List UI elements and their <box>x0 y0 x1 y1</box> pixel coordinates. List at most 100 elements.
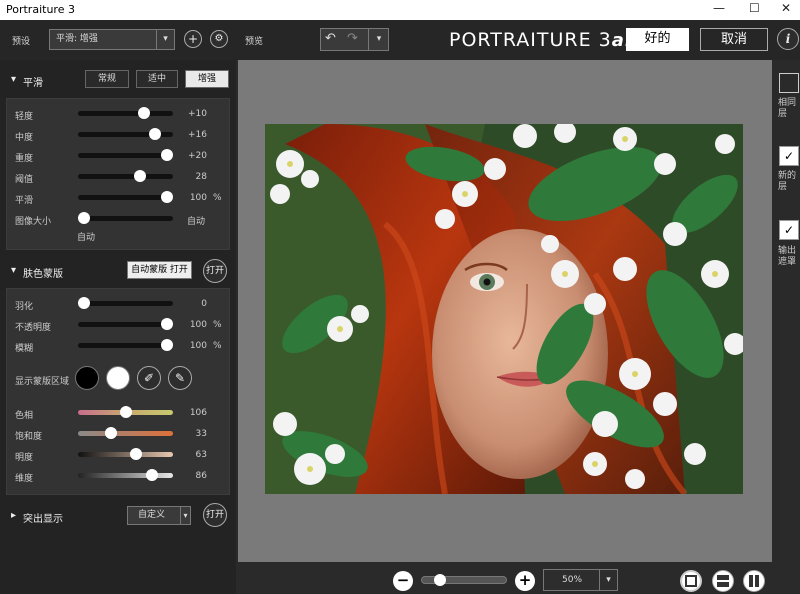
slider-track[interactable] <box>78 301 173 306</box>
slider-thumb[interactable] <box>119 406 132 418</box>
close-icon[interactable]: ✕ <box>781 1 791 15</box>
output-mask-label: 输出遮罩 <box>778 246 797 267</box>
slider-thumb[interactable] <box>161 339 173 351</box>
title-bar: Portraiture 3 — ☐ ✕ <box>0 0 800 20</box>
eyedropper-icon[interactable]: ✐ <box>137 366 161 390</box>
preset-dropdown[interactable]: 平滑: 增强 ▾ <box>49 29 175 50</box>
slider-value: 106 <box>189 408 207 418</box>
smoothing-title: 平滑 <box>23 78 43 89</box>
black-swatch[interactable] <box>75 366 99 390</box>
slider-label: 维度 <box>15 474 34 484</box>
zoom-slider-thumb[interactable] <box>433 574 446 586</box>
zoom-in-icon[interactable]: + <box>515 571 535 591</box>
chevron-down-icon[interactable]: ▾ <box>599 570 617 590</box>
maximize-icon[interactable]: ☐ <box>749 1 760 15</box>
portrait-size-thumb[interactable] <box>78 212 90 224</box>
slider-label: 羽化 <box>15 302 34 312</box>
portraiture-logo: PORTRAITURE 3ai <box>449 29 632 51</box>
slider-value: 100 <box>189 320 207 330</box>
split-vertical-icon[interactable] <box>743 570 765 592</box>
chevron-down-icon[interactable]: ▾ <box>368 29 389 50</box>
slider-track[interactable] <box>78 473 173 478</box>
slider-thumb[interactable] <box>78 297 90 309</box>
slider-track[interactable] <box>78 174 173 179</box>
portrait-size-sub: 自动 <box>77 233 96 243</box>
slider-thumb[interactable] <box>137 107 150 119</box>
slider-track[interactable] <box>78 343 173 348</box>
skin-mask-title: 肤色蒙版 <box>23 269 63 280</box>
slider-track[interactable] <box>78 195 173 200</box>
same-layer-label: 相同层 <box>778 98 797 119</box>
slider-thumb[interactable] <box>161 149 173 161</box>
slider-label: 轻度 <box>15 112 34 122</box>
slider-unit: % <box>213 320 222 330</box>
single-view-icon[interactable] <box>680 570 702 592</box>
slider-thumb[interactable] <box>146 469 159 481</box>
slider-label: 不透明度 <box>15 323 52 333</box>
chevron-down-icon[interactable]: ▾ <box>180 507 190 524</box>
ok-button[interactable]: 好的 <box>626 28 689 51</box>
slider-track[interactable] <box>78 111 173 116</box>
enhance-title: 突出显示 <box>23 514 63 525</box>
auto-mask-button[interactable]: 自动蒙版 打开 <box>127 261 192 279</box>
gear-icon[interactable]: ⚙ <box>210 30 228 48</box>
slider-thumb[interactable] <box>105 427 118 439</box>
portrait-size-label: 图像大小 <box>15 217 52 227</box>
output-options-strip: 相同层 ✓ 新的层 ✓ 输出遮罩 <box>772 60 800 594</box>
slider-value: 86 <box>195 471 207 481</box>
tab-medium[interactable]: 适中 <box>136 70 178 88</box>
settings-panel: ▾ 平滑 常规 适中 增强 轻度 +10 中度 +16 重度 +20 阈值 28 平滑 100% 图… <box>0 60 236 594</box>
new-layer-checkbox[interactable]: ✓ <box>779 146 799 166</box>
slider-track[interactable] <box>78 452 173 457</box>
new-layer-label: 新的层 <box>778 171 797 192</box>
slider-value: 0 <box>201 299 207 309</box>
smoothing-expand-icon[interactable]: ▾ <box>11 74 16 85</box>
slider-value: +10 <box>188 109 207 119</box>
window-title: Portraiture 3 <box>6 3 75 16</box>
skin-mask-expand-icon[interactable]: ▾ <box>11 265 16 276</box>
slider-label: 饱和度 <box>15 432 43 442</box>
white-swatch[interactable] <box>106 366 130 390</box>
minimize-icon[interactable]: — <box>713 1 725 15</box>
smoothing-sliders-panel: 轻度 +10 中度 +16 重度 +20 阈值 28 平滑 100% 图像大小 自动 自动 <box>6 98 230 250</box>
output-mask-checkbox[interactable]: ✓ <box>779 220 799 240</box>
slider-thumb[interactable] <box>161 191 173 203</box>
enhance-expand-icon[interactable]: ▸ <box>11 510 16 521</box>
skin-mask-open-button[interactable]: 打开 <box>203 259 227 283</box>
slider-value: +16 <box>188 130 207 140</box>
chevron-down-icon[interactable]: ▾ <box>156 30 174 49</box>
same-layer-checkbox[interactable] <box>779 73 799 93</box>
slider-thumb[interactable] <box>134 170 147 182</box>
portrait-image <box>265 124 743 494</box>
tab-strong[interactable]: 增强 <box>185 70 229 88</box>
slider-thumb[interactable] <box>149 128 162 140</box>
split-horizontal-icon[interactable] <box>712 570 734 592</box>
slider-value: +20 <box>188 151 207 161</box>
slider-label: 平滑 <box>15 196 34 206</box>
tab-normal[interactable]: 常规 <box>85 70 129 88</box>
preview-photo <box>265 124 743 494</box>
enhance-dropdown[interactable]: 自定义 ▾ <box>127 506 191 525</box>
slider-label: 阈值 <box>15 175 34 185</box>
zoom-bar: − + 50% ▾ <box>238 562 800 594</box>
slider-thumb[interactable] <box>130 448 143 460</box>
info-button[interactable]: i <box>777 28 799 50</box>
zoom-out-icon[interactable]: − <box>393 571 413 591</box>
portrait-size-track[interactable] <box>78 216 173 221</box>
slider-thumb[interactable] <box>161 318 173 330</box>
redo-icon[interactable]: ↷ <box>347 31 358 46</box>
undo-icon[interactable]: ↶ <box>325 31 336 46</box>
preset-label: 预设 <box>12 37 31 47</box>
slider-value: 100 <box>189 193 207 203</box>
eyedropper-plus-icon[interactable]: ✎ <box>168 366 192 390</box>
slider-label: 色相 <box>15 411 34 421</box>
slider-value: 63 <box>195 450 207 460</box>
enhance-open-button[interactable]: 打开 <box>203 503 227 527</box>
slider-track[interactable] <box>78 322 173 327</box>
slider-unit: % <box>213 341 222 351</box>
slider-track[interactable] <box>78 431 173 436</box>
zoom-level-dropdown[interactable]: 50% ▾ <box>543 569 618 591</box>
slider-track[interactable] <box>78 153 173 158</box>
add-preset-button[interactable]: + <box>184 30 202 48</box>
cancel-button[interactable]: 取消 <box>700 28 768 51</box>
